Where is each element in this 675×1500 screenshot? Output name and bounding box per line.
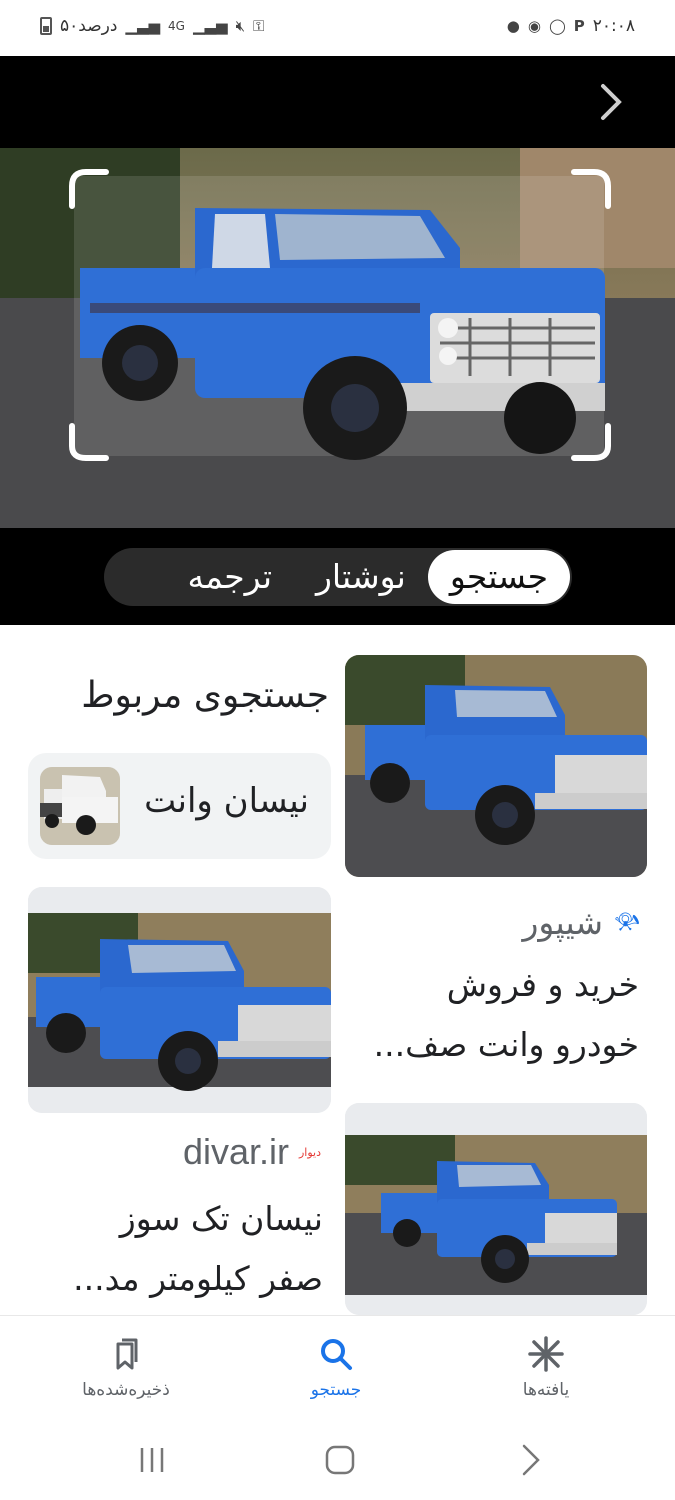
- chrome-icon: ◉: [527, 17, 541, 35]
- source-name: شیپور: [522, 903, 604, 942]
- saved-icon: [116, 1338, 138, 1370]
- truck-thumbnail: [345, 1103, 647, 1315]
- search-icon: [321, 1339, 352, 1370]
- battery-text: ۵۰درصد: [60, 16, 118, 36]
- description-line: خودرو وانت صف...: [373, 1025, 639, 1064]
- nav-search[interactable]: جستجو: [256, 1334, 416, 1400]
- signal-icon: ▁▃▅: [125, 17, 161, 35]
- nav-saved[interactable]: ذخیره‌شده‌ها: [46, 1334, 206, 1400]
- nav-discover[interactable]: یافته‌ها: [466, 1334, 626, 1400]
- result-description[interactable]: خرید و فروش خودرو وانت صف...: [374, 955, 639, 1075]
- battery-icon: [40, 17, 52, 35]
- result-description[interactable]: نیسان تک سوز صفر کیلومتر مد...: [73, 1189, 323, 1309]
- status-left: ۵۰درصد ▁▃▅ 4G ▁▃▅ 🔇︎ ⚿: [40, 16, 264, 36]
- lens-footer: جستجو نوشتار ترجمه: [0, 528, 675, 625]
- tab-text[interactable]: نوشتار: [294, 550, 428, 604]
- related-search-title: جستجوی مربوط: [81, 675, 329, 716]
- results-panel: جستجوی مربوط نیسان وانت 📯︎ شیپور خرید و …: [0, 625, 675, 1315]
- status-bar: ۵۰درصد ▁▃▅ 4G ▁▃▅ 🔇︎ ⚿ ● ◉ ◯ P ۲۰:۰۸: [0, 0, 675, 56]
- divar-logo: دیوار: [298, 1145, 321, 1159]
- status-right: ● ◉ ◯ P ۲۰:۰۸: [507, 16, 635, 36]
- recent-apps-icon[interactable]: [132, 1440, 172, 1480]
- whatsapp-icon: ◯: [548, 17, 566, 35]
- system-nav-bar: [0, 1418, 675, 1500]
- truck-thumbnail: [28, 887, 331, 1113]
- mute-icon: 🔇︎: [235, 17, 246, 35]
- related-search-chip[interactable]: نیسان وانت: [28, 753, 331, 859]
- nav-label: جستجو: [310, 1380, 362, 1400]
- result-image[interactable]: [345, 655, 647, 877]
- description-line: صفر کیلومتر مد...: [73, 1259, 323, 1298]
- description-line: نیسان تک سوز: [119, 1199, 323, 1238]
- back-icon[interactable]: [510, 1440, 550, 1480]
- lens-photo[interactable]: [0, 148, 675, 528]
- chip-label: نیسان وانت: [144, 781, 309, 821]
- clock: ۲۰:۰۸: [592, 16, 635, 36]
- dot-icon: ●: [506, 17, 520, 35]
- result-source[interactable]: دیوار divar.ir: [183, 1131, 321, 1173]
- tab-search[interactable]: جستجو: [427, 550, 570, 604]
- sheypoor-icon: 📯︎: [613, 910, 641, 935]
- result-image[interactable]: [345, 1103, 647, 1315]
- source-name: divar.ir: [182, 1131, 289, 1172]
- truck-photo: [0, 148, 675, 528]
- nav-label: یافته‌ها: [522, 1380, 570, 1400]
- chevron-right-icon[interactable]: [591, 82, 631, 122]
- network-type: 4G: [168, 19, 185, 33]
- result-image[interactable]: [28, 887, 331, 1113]
- result-source[interactable]: 📯︎ شیپور: [523, 903, 642, 942]
- truck-thumbnail: [345, 655, 647, 877]
- tab-translate[interactable]: ترجمه: [165, 550, 294, 604]
- signal-icon: ▁▃▅: [192, 17, 228, 35]
- mode-tabs: جستجو نوشتار ترجمه: [104, 548, 572, 606]
- vpn-key-icon: ⚿: [253, 17, 265, 35]
- bottom-nav: ذخیره‌شده‌ها جستجو یافته‌ها: [0, 1315, 675, 1418]
- nav-label: ذخیره‌شده‌ها: [82, 1380, 170, 1400]
- home-icon[interactable]: [320, 1440, 360, 1480]
- chip-thumbnail: [40, 767, 120, 845]
- description-line: خرید و فروش: [446, 965, 639, 1004]
- lens-header: [0, 56, 675, 148]
- discover-icon: [528, 1336, 564, 1372]
- p-app-icon: P: [573, 17, 585, 35]
